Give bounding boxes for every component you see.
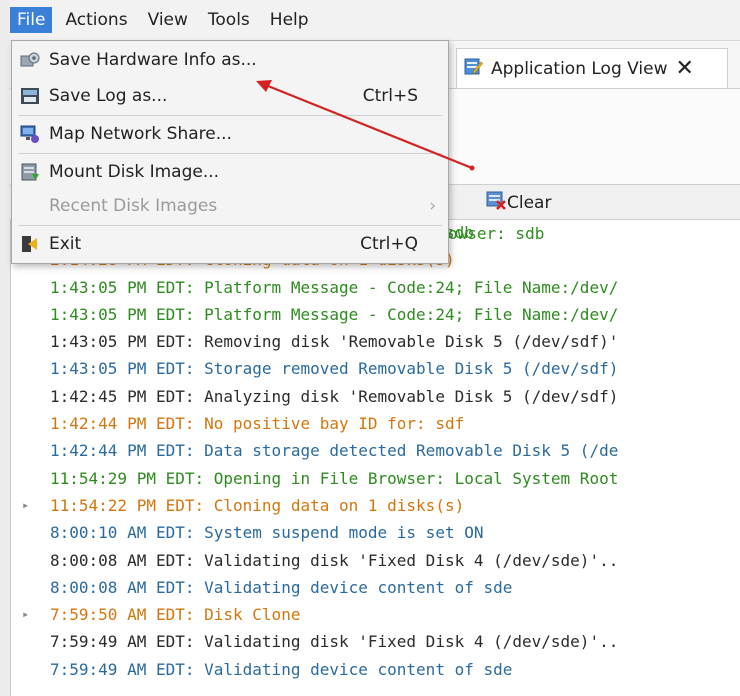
annotation-arrow bbox=[256, 80, 475, 171]
